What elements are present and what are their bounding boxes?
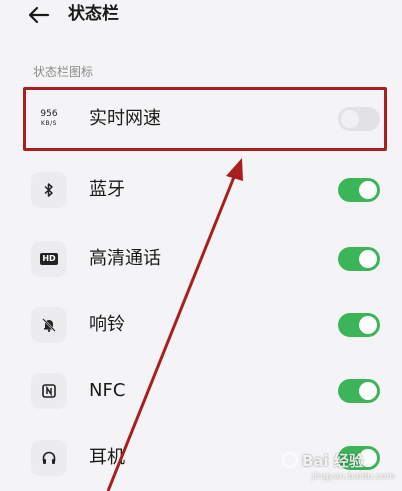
setting-row-bluetooth[interactable]: 蓝牙 xyxy=(0,157,402,223)
ringer-toggle[interactable] xyxy=(338,313,380,337)
setting-label: 耳机 xyxy=(89,447,125,468)
watermark-logo: Bai 经验 xyxy=(282,446,392,474)
watermark-text: Bai 经验 xyxy=(302,451,364,470)
bluetooth-icon xyxy=(31,172,67,208)
page-title: 状态栏 xyxy=(68,4,119,24)
setting-label: 实时网速 xyxy=(89,108,161,129)
network-speed-icon-unit: KB/S xyxy=(41,120,57,127)
toggle-knob xyxy=(359,250,377,268)
setting-label: 高清通话 xyxy=(89,248,161,269)
bell-off-icon xyxy=(31,307,67,343)
setting-label: 响铃 xyxy=(89,314,125,335)
hd-icon: HD xyxy=(31,241,67,277)
nfc-toggle[interactable] xyxy=(338,379,380,403)
nfc-icon xyxy=(31,373,67,409)
setting-row-ringer[interactable]: 响铃 xyxy=(0,292,402,358)
toggle-knob xyxy=(359,382,377,400)
toggle-knob xyxy=(359,316,377,334)
headphones-icon xyxy=(31,440,67,476)
setting-row-hd-call[interactable]: HD 高清通话 xyxy=(0,226,402,292)
toggle-knob xyxy=(341,110,359,128)
hd-call-toggle[interactable] xyxy=(338,247,380,271)
section-title: 状态栏图标 xyxy=(33,65,94,79)
setting-label: 蓝牙 xyxy=(89,179,125,200)
network-speed-toggle[interactable] xyxy=(338,107,380,131)
setting-label: NFC xyxy=(89,380,126,401)
setting-row-nfc[interactable]: NFC xyxy=(0,358,402,424)
back-arrow-icon[interactable] xyxy=(26,2,52,28)
bluetooth-toggle[interactable] xyxy=(338,178,380,202)
watermark-sub: jingyan.baidu.com xyxy=(312,472,396,482)
top-bar: 状态栏 xyxy=(0,0,402,30)
setting-row-network-speed[interactable]: 956 KB/S 实时网速 xyxy=(0,86,402,152)
toggle-knob xyxy=(359,181,377,199)
network-speed-icon-value: 956 xyxy=(40,109,58,119)
network-speed-icon: 956 KB/S xyxy=(31,101,67,137)
paw-icon xyxy=(282,452,298,468)
hd-icon-text: HD xyxy=(40,253,58,265)
